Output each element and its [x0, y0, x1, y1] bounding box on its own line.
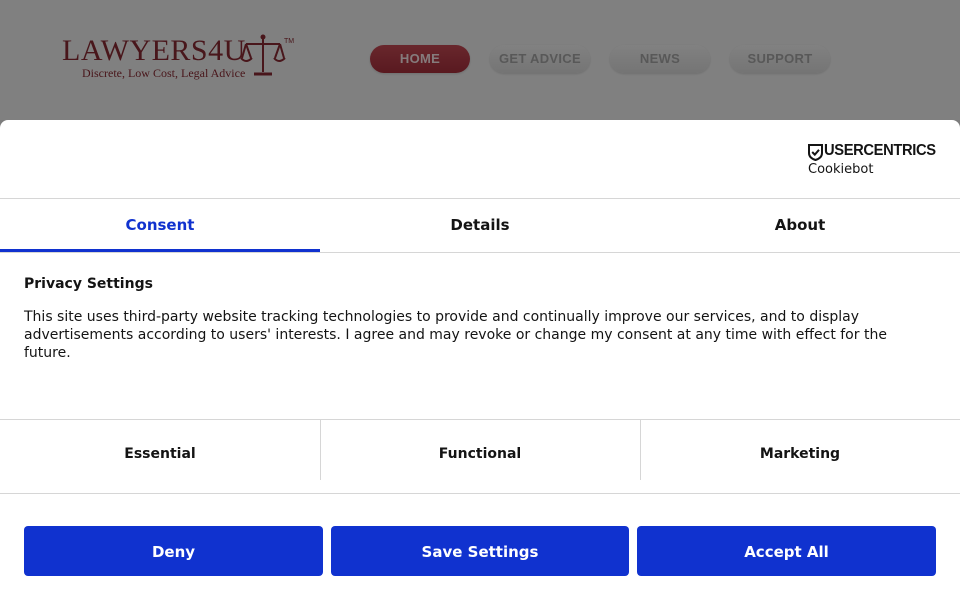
accept-all-button[interactable]: Accept All	[637, 526, 936, 576]
category-functional[interactable]: Functional	[320, 420, 640, 480]
tab-consent-label: Consent	[125, 216, 195, 234]
brand-product: Cookiebot	[808, 162, 874, 177]
tab-details[interactable]: Details	[320, 199, 640, 252]
consent-categories: Essential Functional Marketing	[0, 420, 960, 480]
divider	[0, 493, 960, 494]
cookiebot-brand: USERCENTRICS Cookiebot	[808, 142, 936, 182]
brand-name: USERCENTRICS	[824, 142, 936, 159]
save-settings-button[interactable]: Save Settings	[331, 526, 629, 576]
section-title: Privacy Settings	[24, 276, 153, 292]
consent-description: This site uses third-party website track…	[24, 309, 887, 361]
tab-about-label: About	[774, 216, 826, 234]
tab-consent[interactable]: Consent	[0, 199, 320, 252]
category-marketing-label: Marketing	[759, 446, 841, 462]
category-functional-label: Functional	[438, 446, 522, 462]
cookie-consent-dialog: USERCENTRICS Cookiebot Consent Details A…	[0, 120, 960, 600]
tab-about[interactable]: About	[640, 199, 960, 252]
category-essential[interactable]: Essential	[0, 420, 320, 480]
deny-button[interactable]: Deny	[24, 526, 323, 576]
shield-check-icon	[808, 144, 823, 161]
divider	[0, 252, 960, 253]
category-essential-label: Essential	[124, 446, 196, 462]
dialog-tabs: Consent Details About	[0, 199, 960, 252]
tab-details-label: Details	[450, 216, 510, 234]
category-marketing[interactable]: Marketing	[640, 420, 960, 480]
